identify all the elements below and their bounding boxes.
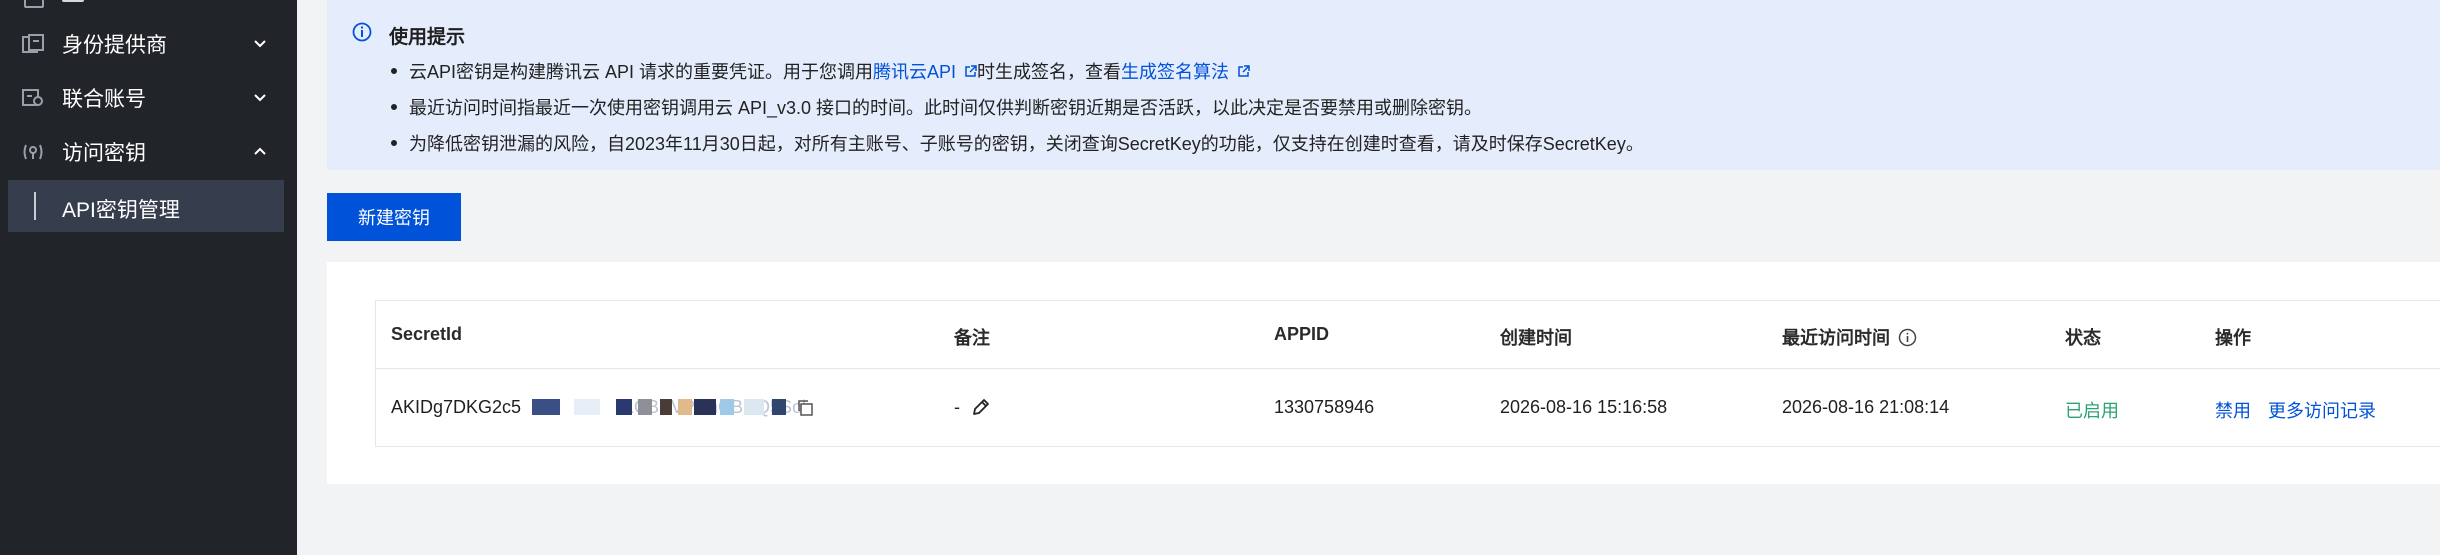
edit-pencil-icon[interactable] — [971, 397, 991, 417]
tencent-cloud-api-link[interactable]: 腾讯云API — [873, 58, 956, 84]
create-key-button[interactable]: 新建密钥 — [327, 193, 461, 241]
bullet — [391, 104, 397, 110]
notice-title: 使用提示 — [389, 27, 466, 48]
masked-block — [744, 399, 764, 415]
column-header-secretid: SecretId — [391, 324, 463, 344]
cut-off-label — [62, 0, 84, 2]
column-header-remark: 备注 — [954, 328, 990, 348]
bullet — [391, 68, 397, 74]
cut-off-icon — [24, 0, 44, 8]
column-header-last-access: 最近访问时间 — [1782, 324, 1917, 350]
notice-line-1-text: 云API密钥是构建腾讯云 API 请求的重要凭证。用于您调用 — [409, 62, 874, 82]
secret-id-value: AKIDg7DKG2c5 — [391, 397, 522, 417]
column-header-created: 创建时间 — [1500, 328, 1572, 348]
masked-block — [694, 399, 716, 415]
more-access-records-link[interactable]: 更多访问记录 — [2268, 401, 2376, 421]
api-key-table: SecretId 备注 APPID 创建时间 最近访问时间 状态 操作 AKID… — [375, 300, 2440, 447]
external-link-icon[interactable] — [1237, 64, 1250, 78]
masked-block — [532, 399, 560, 415]
bullet — [391, 140, 397, 146]
usage-tips-notice: 使用提示 云API密钥是构建腾讯云 API 请求的重要凭证。用于您调用 腾讯云A… — [327, 0, 2440, 170]
notice-line-1-mid: 时生成签名，查看 — [977, 62, 1122, 82]
column-header-last-access-label: 最近访问时间 — [1782, 328, 1890, 348]
signature-algorithm-link[interactable]: 生成签名算法 — [1121, 58, 1229, 84]
sidebar-item-label: 访问密钥 — [62, 142, 146, 165]
last-access-time-value: 2026-08-16 21:08:14 — [1782, 397, 1950, 417]
notice-line-1: 云API密钥是构建腾讯云 API 请求的重要凭证。用于您调用 腾讯云API 时生… — [389, 58, 1260, 84]
column-header-status: 状态 — [2065, 328, 2101, 348]
api-key-card: SecretId 备注 APPID 创建时间 最近访问时间 状态 操作 AKID… — [327, 262, 2440, 484]
sidebar-subitem-label: API密钥管理 — [62, 199, 180, 222]
sidebar-item-label: 联合账号 — [62, 88, 146, 111]
masked-block — [638, 399, 652, 415]
sidebar-cut-item — [0, 0, 297, 8]
column-header-actions: 操作 — [2215, 328, 2251, 348]
active-indicator — [34, 192, 36, 220]
info-tooltip-icon[interactable] — [1898, 328, 1917, 347]
table-row: AKIDg7DKG2c5 1CBYVPCnCBUQ5Sok - 13307589… — [376, 369, 2440, 446]
status-badge: 已启用 — [2065, 401, 2119, 421]
identity-provider-icon — [22, 34, 44, 53]
federated-account-icon — [22, 89, 43, 106]
masked-block — [772, 399, 786, 415]
notice-line-3-text: 为降低密钥泄漏的风险，自2023年11月30日起，对所有主账号、子账号的密钥，关… — [409, 134, 1644, 154]
masked-block — [660, 399, 672, 415]
created-time-value: 2026-08-16 15:16:58 — [1500, 397, 1668, 417]
chevron-down-icon — [254, 94, 266, 102]
copy-icon[interactable] — [796, 399, 814, 417]
actions-cell: 禁用 更多访问记录 — [2215, 397, 2376, 423]
disable-link[interactable]: 禁用 — [2215, 401, 2251, 421]
sidebar-item-identity-provider[interactable]: 身份提供商 — [8, 21, 284, 67]
appid-value: 1330758946 — [1274, 397, 1375, 417]
access-key-icon — [23, 144, 43, 160]
notice-line-2: 最近访问时间指最近一次使用密钥调用云 API_v3.0 接口的时间。此时间仅供判… — [389, 94, 1482, 120]
sidebar-item-federated-account[interactable]: 联合账号 — [8, 75, 284, 121]
table-header: SecretId 备注 APPID 创建时间 最近访问时间 状态 操作 — [376, 301, 2440, 369]
chevron-up-icon — [254, 147, 266, 155]
masked-block — [574, 399, 600, 415]
info-icon — [352, 22, 372, 42]
sidebar-item-label: 身份提供商 — [62, 34, 167, 57]
sidebar-item-access-key[interactable]: 访问密钥 — [8, 129, 284, 175]
chevron-down-icon — [254, 40, 266, 48]
external-link-icon[interactable] — [964, 64, 977, 78]
masked-block — [720, 399, 734, 415]
sidebar: 身份提供商 联合账号 访问密钥 API密钥管理 — [0, 0, 297, 555]
remark-value: - — [954, 397, 960, 417]
sidebar-subitem-api-key-management[interactable]: API密钥管理 — [8, 180, 284, 232]
masked-block — [616, 399, 632, 415]
notice-line-2-text: 最近访问时间指最近一次使用密钥调用云 API_v3.0 接口的时间。此时间仅供判… — [409, 98, 1483, 118]
notice-line-3: 为降低密钥泄漏的风险，自2023年11月30日起，对所有主账号、子账号的密钥，关… — [389, 130, 1644, 156]
masked-block — [678, 399, 692, 415]
column-header-appid: APPID — [1274, 324, 1330, 344]
